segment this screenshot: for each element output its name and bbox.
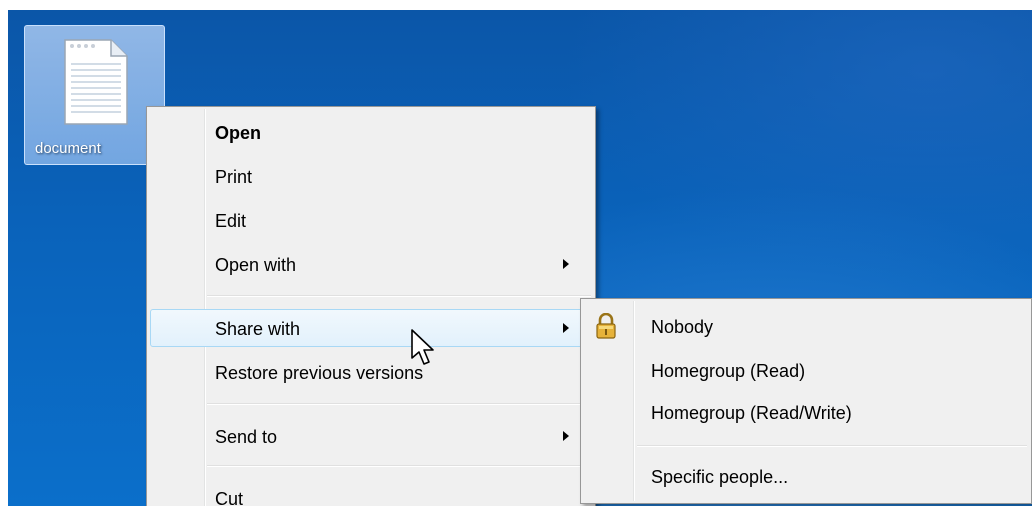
desktop-file-item[interactable]: document (24, 25, 165, 165)
desktop: document Open Print Edit Open with Share… (8, 10, 1032, 506)
menu-item-open[interactable]: Open (150, 113, 592, 151)
text-document-icon (64, 39, 128, 125)
arrow-cursor-icon (411, 329, 434, 365)
menu-separator (207, 295, 591, 297)
menu-item-share-with[interactable]: Share with (150, 309, 592, 347)
submenu-item-label: Homegroup (Read) (651, 361, 806, 381)
menu-item-label: Edit (215, 211, 247, 231)
menu-item-cut[interactable]: Cut (150, 479, 592, 506)
submenu-arrow-icon (563, 323, 569, 333)
menu-item-label: Open (215, 123, 262, 143)
submenu-item-nobody[interactable]: Nobody (584, 307, 1028, 345)
menu-separator (207, 465, 591, 467)
menu-item-open-with[interactable]: Open with (150, 245, 592, 283)
menu-item-edit[interactable]: Edit (150, 201, 592, 239)
menu-item-label: Cut (215, 489, 244, 506)
menu-item-label: Open with (215, 255, 297, 275)
menu-item-label: Print (215, 167, 253, 187)
submenu-arrow-icon (563, 431, 569, 441)
submenu-item-label: Homegroup (Read/Write) (651, 403, 852, 423)
menu-item-label: Share with (215, 319, 301, 339)
menu-separator (207, 403, 591, 405)
menu-item-label: Send to (215, 427, 278, 447)
submenu-arrow-icon (563, 259, 569, 269)
menu-item-send-to[interactable]: Send to (150, 417, 592, 455)
submenu-item-homegroup-read[interactable]: Homegroup (Read) (584, 351, 1028, 389)
menu-item-restore-previous-versions[interactable]: Restore previous versions (150, 353, 592, 391)
submenu-item-label: Nobody (651, 317, 714, 337)
menu-item-label: Restore previous versions (215, 363, 424, 383)
submenu-item-homegroup-read-write[interactable]: Homegroup (Read/Write) (584, 393, 1028, 431)
submenu-item-label: Specific people... (651, 467, 789, 487)
context-menu: Open Print Edit Open with Share with Res… (146, 106, 596, 506)
menu-item-print[interactable]: Print (150, 157, 592, 195)
share-with-submenu: Nobody Homegroup (Read) Homegroup (Read/… (580, 298, 1032, 504)
menu-separator (637, 445, 1027, 447)
lock-icon (595, 312, 617, 344)
submenu-item-specific-people[interactable]: Specific people... (584, 457, 1028, 495)
file-name-label: document (35, 140, 101, 157)
